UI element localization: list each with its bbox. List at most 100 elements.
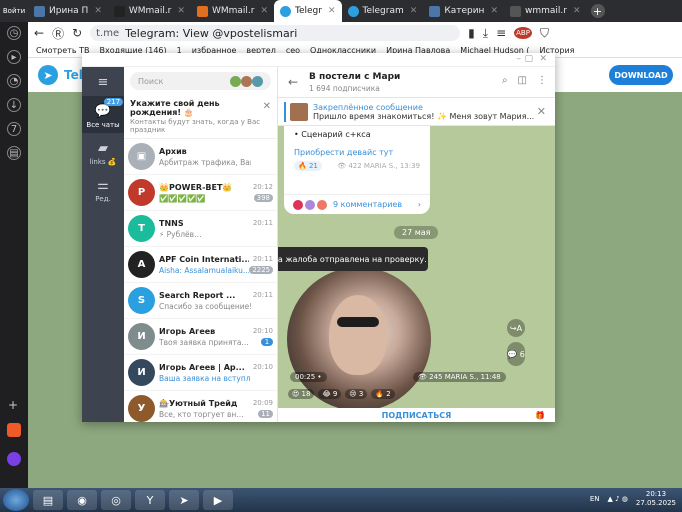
close-icon[interactable]: ✕ (539, 54, 547, 64)
tab-1[interactable]: Ирина П ✕ (28, 0, 108, 22)
maximize-icon[interactable]: ▢ (524, 54, 533, 64)
story-avatars[interactable] (230, 75, 263, 87)
post-meta: 🔥 21 👁 422 MARIA S., 13:39 (294, 161, 420, 171)
tab-3[interactable]: WMmail.r ✕ (191, 0, 274, 22)
yandex-icon[interactable]: Ⓡ (52, 25, 64, 42)
close-icon[interactable]: ✕ (263, 101, 271, 112)
avatar: S (128, 287, 155, 314)
sidebar-icon[interactable]: ◫ (518, 75, 527, 86)
wmmail-icon (510, 5, 521, 17)
birthday-banner[interactable]: Укажите свой день рождения! 🎂 Контакты б… (124, 95, 277, 139)
search-icon[interactable]: ⌕ (502, 75, 508, 86)
shield-icon[interactable]: ⛉ (540, 26, 549, 41)
new-tab-icon[interactable]: + (590, 4, 605, 18)
folder-links[interactable]: ▰ links 💰 (82, 133, 124, 170)
close-icon[interactable]: ✕ (260, 6, 268, 16)
pinned-message-bar[interactable]: Закреплённое сообщение Пришло время знак… (278, 98, 555, 126)
sliders-icon: ⚌ (97, 178, 109, 193)
app-icon[interactable] (7, 423, 21, 437)
close-icon[interactable]: ✕ (537, 105, 546, 118)
reaction-chip[interactable]: 🔥 21 (294, 161, 322, 171)
chat-row-top: 🎰Уютный Трейд 20:09 (159, 399, 273, 408)
panel-icon[interactable]: ▤ (7, 146, 21, 160)
chat-row-text: АрхивАрбитраж трафика, Вакансии... (159, 147, 273, 167)
chat-time: 20:11 (252, 218, 273, 227)
subscribe-button[interactable]: ПОДПИСАТЬСЯ 🎁 (278, 408, 555, 422)
comment-button[interactable]: 💬 6 (507, 342, 525, 366)
chat-row-text: APF Coin Internati... 20:11 Aisha: Assalam… (159, 255, 273, 275)
chevron-right-icon: › (417, 200, 421, 209)
folder-all-chats[interactable]: 💬 217 Все чаты (82, 96, 124, 133)
chat-row[interactable]: A APF Coin Internati... 20:11 Aisha: Assala… (124, 247, 277, 283)
reaction-chip[interactable]: 😍 18 (288, 389, 315, 399)
chat-row[interactable]: ▣АрхивАрбитраж трафика, Вакансии... (124, 139, 277, 175)
clock[interactable]: 20:13 27.05.2025 (636, 490, 676, 508)
minimize-icon[interactable]: – (517, 54, 522, 64)
close-icon[interactable]: ✕ (328, 6, 336, 16)
ie-icon[interactable]: ◉ (67, 490, 97, 510)
windows-taskbar: ▤ ◉ ◎ Y ➤ ▶ EN ▲ ♪ ◍ 20:13 27.05.2025 (0, 488, 682, 512)
post-views: 👁 422 MARIA S., 13:39 (337, 162, 420, 170)
tab-4-active[interactable]: Telegr ✕ (274, 0, 342, 22)
comments-button[interactable]: 9 комментариев › (284, 194, 430, 214)
unread-badge: 1 (261, 338, 273, 346)
reaction-chip[interactable]: 🔥 2 (371, 389, 395, 399)
gift-icon[interactable]: 🎁 (535, 411, 545, 420)
reaction-chip[interactable]: 😢 3 (345, 389, 368, 399)
avatar: T (128, 215, 155, 242)
channel-title[interactable]: В постели с Мари (309, 72, 400, 82)
close-icon[interactable]: ✕ (94, 6, 102, 16)
url-field[interactable]: t.me Telegram: View @vpostelismari (90, 25, 461, 41)
chrome-icon[interactable]: ◎ (101, 490, 131, 510)
pinned-text: Пришло время знакомиться! ✨ Меня зовут М… (313, 111, 535, 121)
login-label[interactable]: Войти (0, 0, 28, 22)
explorer-icon[interactable]: ▤ (33, 490, 63, 510)
back-icon[interactable]: ← (34, 26, 44, 40)
chat-row[interactable]: И Игорь Агеев 20:10 Твоя заявка принята... 1 (124, 319, 277, 355)
add-panel-icon[interactable]: + (8, 398, 18, 412)
close-icon[interactable]: ✕ (410, 6, 418, 16)
number-icon[interactable]: 7 (7, 122, 21, 136)
subscribe-label: ПОДПИСАТЬСЯ (381, 410, 452, 420)
close-icon[interactable]: ✕ (177, 6, 185, 16)
close-icon[interactable]: ✕ (490, 6, 498, 16)
chat-row[interactable]: T TNNS 20:11 ⚡ Рублёв… (124, 211, 277, 247)
reload-icon[interactable]: ↻ (72, 26, 82, 40)
media-player-icon[interactable]: ▶ (203, 490, 233, 510)
post-link[interactable]: Приобрести девайс тут (294, 148, 420, 157)
history-icon[interactable]: ◷ (7, 26, 21, 40)
download-icon[interactable]: ↓ (7, 98, 21, 112)
bookmark-icon[interactable]: ▮ (468, 26, 475, 40)
yandex-browser-icon[interactable]: Y (135, 490, 165, 510)
menu-button[interactable]: ≡ (82, 67, 124, 96)
tab-2[interactable]: WMmail.r ✕ (108, 0, 191, 22)
chat-row[interactable]: У 🎰Уютный Трейд 20:09 Все, кто торгует вн..… (124, 391, 277, 422)
chat-row[interactable]: P 👑POWER-BET👑 20:12 ✅✅✅✅✅ 398 (124, 175, 277, 211)
start-button[interactable] (3, 489, 29, 511)
chat-rows: ▣АрхивАрбитраж трафика, Вакансии...P👑POW… (124, 139, 277, 422)
alice-icon[interactable] (7, 452, 21, 466)
back-arrow-icon[interactable]: ← (288, 75, 298, 89)
tab-6[interactable]: Катерин ✕ (423, 0, 504, 22)
more-icon[interactable]: ⋮ (537, 75, 547, 86)
chat-name: Игорь Агеев (159, 326, 216, 336)
tray-icons[interactable]: ▲ ♪ ◍ (607, 495, 627, 503)
play-icon[interactable]: ▸ (7, 50, 21, 64)
language-indicator[interactable]: EN (590, 495, 600, 503)
reaction-chip[interactable]: 😂 9 (318, 389, 342, 399)
chat-row[interactable]: И Игорь Агеев | Ар... 20:10 Ваша заявка на … (124, 355, 277, 391)
chat-row[interactable]: S Search Report ... 20:11 Спасибо за сообще… (124, 283, 277, 319)
telegram-taskbar-icon[interactable]: ➤ (169, 490, 199, 510)
menu-icon[interactable]: ≡ (496, 26, 506, 40)
close-icon[interactable]: ✕ (573, 6, 581, 16)
search-input[interactable]: Поиск (130, 72, 271, 90)
folder-edit[interactable]: ⚌ Ред. (82, 170, 124, 207)
clock-icon[interactable]: ◔ (7, 74, 21, 88)
share-button[interactable]: ↪A (507, 319, 525, 337)
tab-7[interactable]: wmmail.r ✕ (504, 0, 587, 22)
download-button[interactable]: DOWNLOAD (609, 65, 673, 85)
download-icon[interactable]: ⤓ (483, 26, 488, 41)
browser-tab-strip: Войти Ирина П ✕ WMmail.r ✕ WMmail.r ✕ Teleg… (0, 0, 682, 22)
adblock-icon[interactable]: ABP (514, 27, 532, 39)
tab-5[interactable]: Telegram ✕ (342, 0, 424, 22)
